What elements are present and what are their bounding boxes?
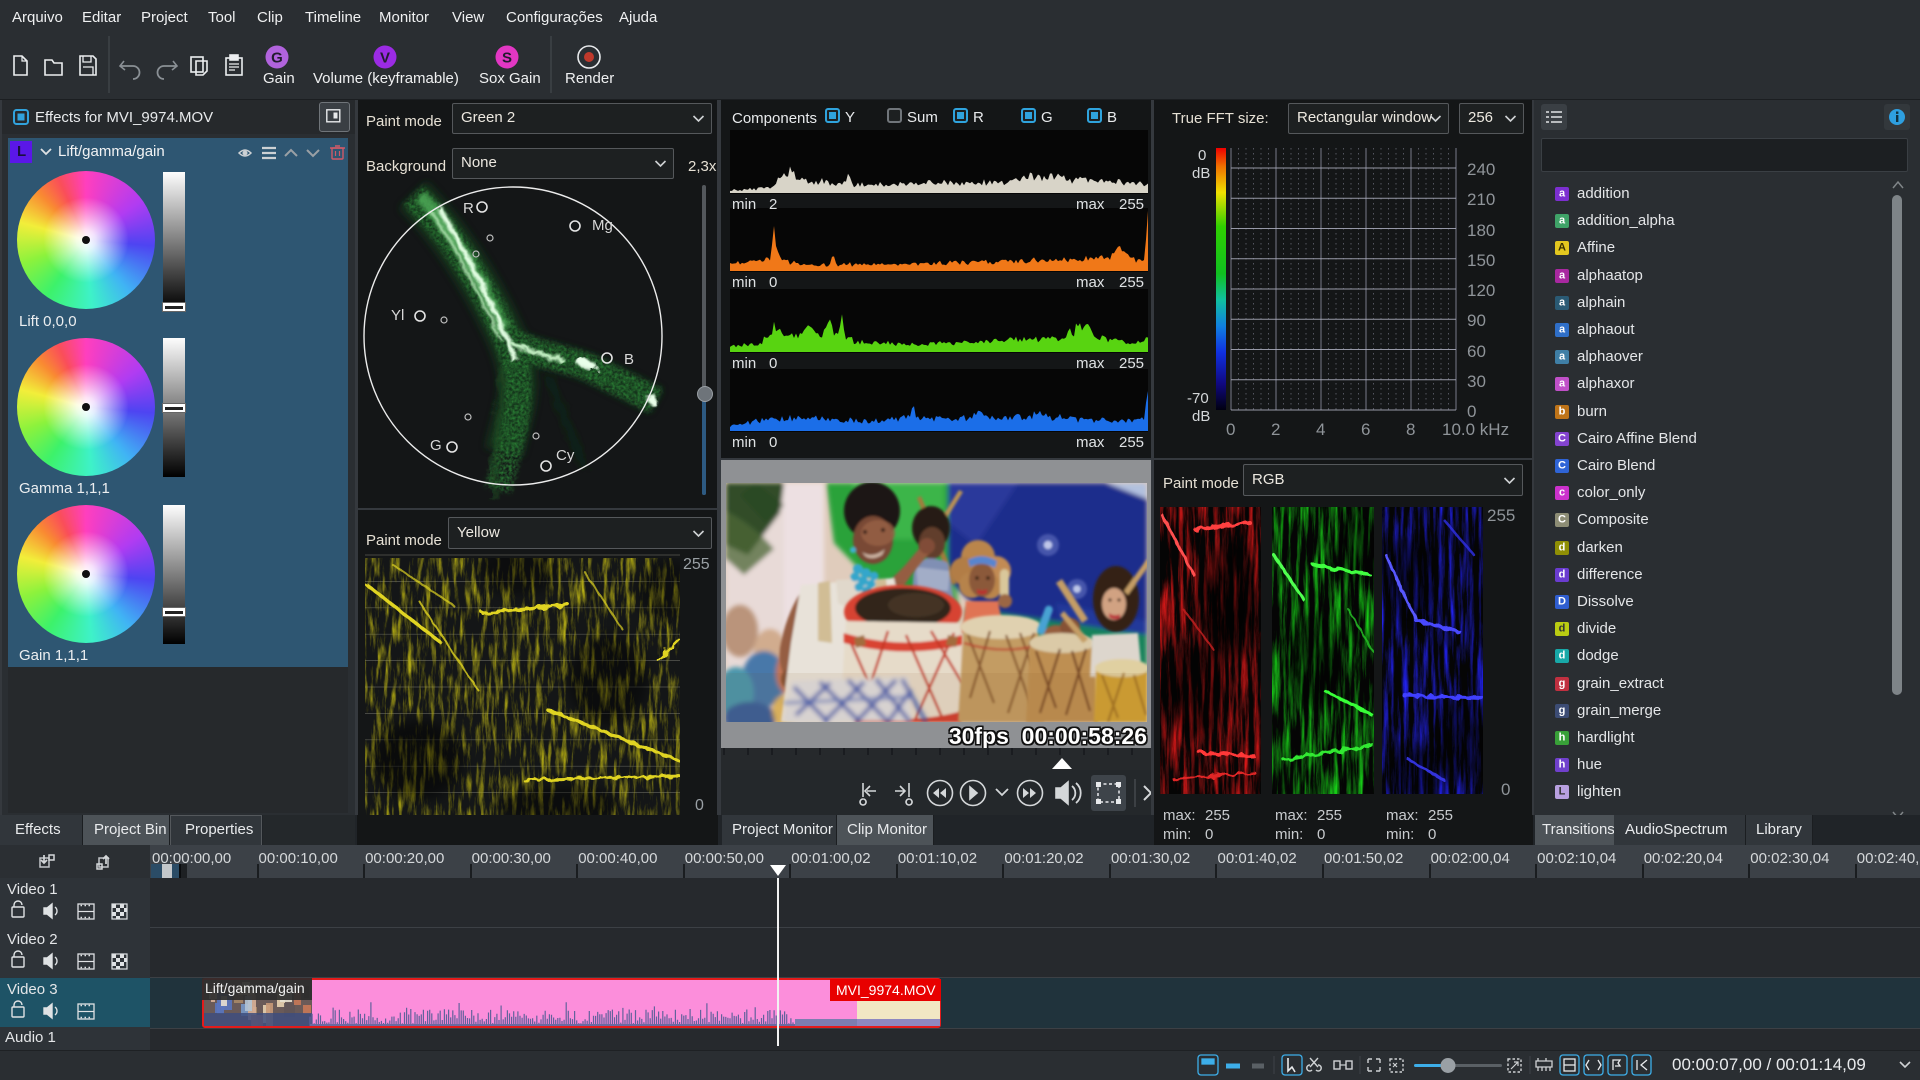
svg-text:G: G (271, 50, 283, 67)
svg-text:Yl: Yl (391, 307, 404, 324)
svg-text:Mg: Mg (592, 217, 613, 234)
svg-text:R: R (463, 200, 474, 217)
svg-text:Cy: Cy (556, 447, 575, 464)
svg-text:G: G (430, 437, 442, 454)
svg-text:S: S (502, 50, 512, 67)
svg-text:B: B (624, 351, 634, 368)
svg-text:V: V (380, 50, 390, 67)
